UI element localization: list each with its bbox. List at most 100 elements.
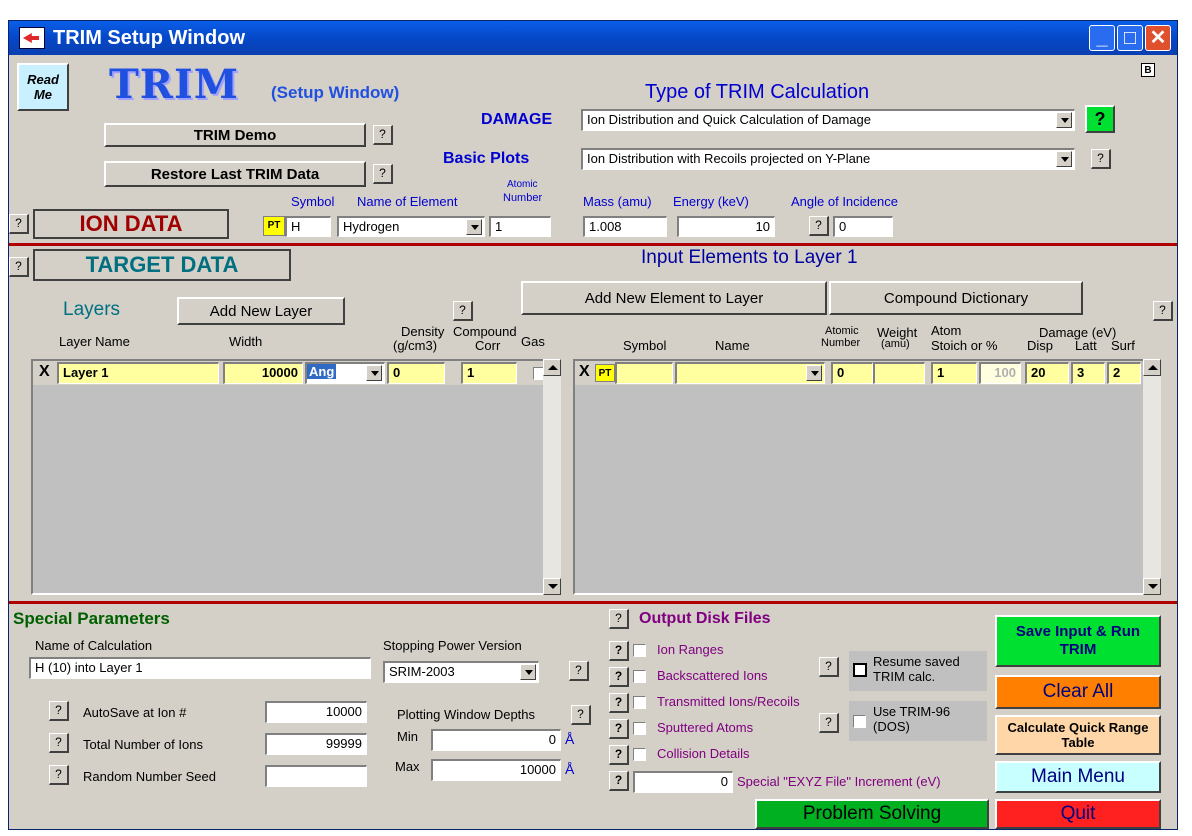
ion-atomic-header-2: Number bbox=[503, 192, 543, 204]
exyz-input[interactable]: 0 bbox=[633, 771, 733, 793]
help-depths-button[interactable]: ? bbox=[571, 705, 591, 725]
trim-demo-button[interactable]: TRIM Demo bbox=[104, 123, 366, 147]
chevron-down-icon[interactable] bbox=[366, 365, 382, 381]
help-ion-button[interactable]: ? bbox=[9, 214, 29, 234]
help-trim96-button[interactable]: ? bbox=[819, 713, 839, 733]
calc-name-input[interactable]: H (10) into Layer 1 bbox=[29, 657, 371, 679]
chevron-down-icon[interactable] bbox=[1056, 151, 1072, 167]
compound-dictionary-button[interactable]: Compound Dictionary bbox=[829, 281, 1083, 315]
help-demo-button[interactable]: ? bbox=[373, 125, 393, 145]
clear-all-button[interactable]: Clear All bbox=[995, 675, 1161, 709]
element-atomic-input[interactable]: 0 bbox=[831, 362, 873, 384]
stopping-power-select[interactable]: SRIM-2003 bbox=[383, 661, 539, 683]
basic-plots-select[interactable]: Ion Distribution with Recoils projected … bbox=[581, 148, 1075, 170]
help-resume-button[interactable]: ? bbox=[819, 657, 839, 677]
layer-name-input[interactable]: Layer 1 bbox=[57, 362, 219, 384]
ion-atomic-number-input[interactable]: 1 bbox=[489, 216, 551, 237]
minimize-button[interactable]: _ bbox=[1089, 25, 1115, 51]
chevron-down-icon[interactable] bbox=[466, 219, 482, 235]
element-name-select[interactable] bbox=[675, 362, 825, 384]
help-elements-button[interactable]: ? bbox=[1153, 301, 1173, 321]
damage-select-value: Ion Distribution and Quick Calculation o… bbox=[587, 112, 871, 127]
transmitted-checkbox[interactable] bbox=[633, 696, 646, 709]
element-weight-input[interactable] bbox=[873, 362, 925, 384]
collision-checkbox[interactable] bbox=[633, 748, 646, 761]
layer-unit-select[interactable]: Ang bbox=[305, 362, 385, 384]
scroll-down-icon[interactable] bbox=[1143, 578, 1161, 595]
ion-element-select[interactable]: Hydrogen bbox=[337, 216, 485, 237]
delete-element-icon[interactable]: X bbox=[579, 363, 590, 381]
trim96-checkbox[interactable] bbox=[853, 715, 866, 728]
restore-data-button[interactable]: Restore Last TRIM Data bbox=[104, 161, 366, 187]
layer-corr-input[interactable]: 1 bbox=[461, 362, 517, 384]
scroll-up-icon[interactable] bbox=[543, 359, 561, 376]
ion-symbol-input[interactable]: H bbox=[285, 216, 331, 237]
help-exyz-button[interactable]: ? bbox=[609, 771, 629, 791]
help-total-ions-button[interactable]: ? bbox=[49, 733, 69, 753]
sputtered-checkbox[interactable] bbox=[633, 722, 646, 735]
layers-scrollbar[interactable] bbox=[543, 359, 561, 595]
element-periodic-table-button[interactable]: PT bbox=[595, 364, 615, 382]
ion-periodic-table-button[interactable]: PT bbox=[263, 216, 285, 236]
chevron-down-icon[interactable] bbox=[1056, 112, 1072, 128]
backscattered-checkbox[interactable] bbox=[633, 670, 646, 683]
help-layer-button[interactable]: ? bbox=[453, 301, 473, 321]
chevron-down-icon[interactable] bbox=[520, 664, 536, 680]
add-element-button[interactable]: Add New Element to Layer bbox=[521, 281, 827, 315]
total-ions-input[interactable]: 99999 bbox=[265, 733, 367, 755]
save-run-button[interactable]: Save Input & Run TRIM bbox=[995, 615, 1161, 667]
b-badge[interactable]: B bbox=[1141, 63, 1155, 77]
damage-help-button[interactable]: ? bbox=[1085, 105, 1115, 133]
min-depth-input[interactable]: 0 bbox=[431, 729, 561, 751]
quit-button[interactable]: Quit bbox=[995, 799, 1161, 829]
close-button[interactable]: ✕ bbox=[1145, 25, 1171, 51]
max-depth-input[interactable]: 10000 bbox=[431, 759, 561, 781]
help-file-button[interactable]: ? bbox=[609, 693, 629, 713]
chevron-down-icon[interactable] bbox=[806, 365, 822, 381]
resume-checkbox[interactable] bbox=[853, 663, 867, 677]
damage-select[interactable]: Ion Distribution and Quick Calculation o… bbox=[581, 109, 1075, 131]
elements-scrollbar[interactable] bbox=[1143, 359, 1161, 595]
plot-depths-label: Plotting Window Depths bbox=[397, 707, 536, 722]
layer-width-input[interactable]: 10000 bbox=[223, 362, 303, 384]
read-me-button[interactable]: Read Me bbox=[17, 63, 69, 111]
help-file-button[interactable]: ? bbox=[609, 745, 629, 765]
ion-angle-input[interactable]: 0 bbox=[833, 216, 893, 237]
help-file-button[interactable]: ? bbox=[609, 719, 629, 739]
ion-energy-input[interactable]: 10 bbox=[677, 216, 775, 237]
maximize-button[interactable]: □ bbox=[1117, 25, 1143, 51]
window-title: TRIM Setup Window bbox=[53, 27, 246, 49]
add-new-layer-button[interactable]: Add New Layer bbox=[177, 297, 345, 325]
help-output-button[interactable]: ? bbox=[609, 609, 629, 629]
help-stopping-button[interactable]: ? bbox=[569, 661, 589, 681]
help-angle-button[interactable]: ? bbox=[809, 216, 829, 236]
help-target-button[interactable]: ? bbox=[9, 257, 29, 277]
quick-range-button[interactable]: Calculate Quick Range Table bbox=[995, 715, 1161, 755]
scroll-up-icon[interactable] bbox=[1143, 359, 1161, 376]
ion-mass-input[interactable]: 1.008 bbox=[583, 216, 667, 237]
element-surf-input[interactable]: 2 bbox=[1107, 362, 1141, 384]
ion-ranges-checkbox[interactable] bbox=[633, 644, 646, 657]
element-disp-input[interactable]: 20 bbox=[1025, 362, 1069, 384]
seed-input[interactable] bbox=[265, 765, 367, 787]
element-symbol-input[interactable] bbox=[615, 362, 673, 384]
main-menu-button[interactable]: Main Menu bbox=[995, 761, 1161, 793]
scroll-down-icon[interactable] bbox=[543, 578, 561, 595]
help-file-button[interactable]: ? bbox=[609, 667, 629, 687]
element-latt-input[interactable]: 3 bbox=[1071, 362, 1105, 384]
col-el-weight-2: (amu) bbox=[881, 338, 910, 350]
autosave-input[interactable]: 10000 bbox=[265, 701, 367, 723]
help-file-button[interactable]: ? bbox=[609, 641, 629, 661]
element-stoich-input[interactable]: 1 bbox=[931, 362, 977, 384]
col-compound: Compound bbox=[453, 324, 517, 339]
title-bar: TRIM Setup Window _ □ ✕ bbox=[9, 21, 1177, 55]
delete-layer-icon[interactable]: X bbox=[39, 363, 50, 381]
help-seed-button[interactable]: ? bbox=[49, 765, 69, 785]
help-plots-button[interactable]: ? bbox=[1091, 149, 1111, 169]
layer-density-input[interactable]: 0 bbox=[387, 362, 445, 384]
problem-solving-button[interactable]: Problem Solving bbox=[755, 799, 989, 829]
trim-logo: TRIM bbox=[109, 61, 239, 108]
help-restore-button[interactable]: ? bbox=[373, 164, 393, 184]
help-autosave-button[interactable]: ? bbox=[49, 701, 69, 721]
stopping-power-label: Stopping Power Version bbox=[383, 638, 522, 653]
